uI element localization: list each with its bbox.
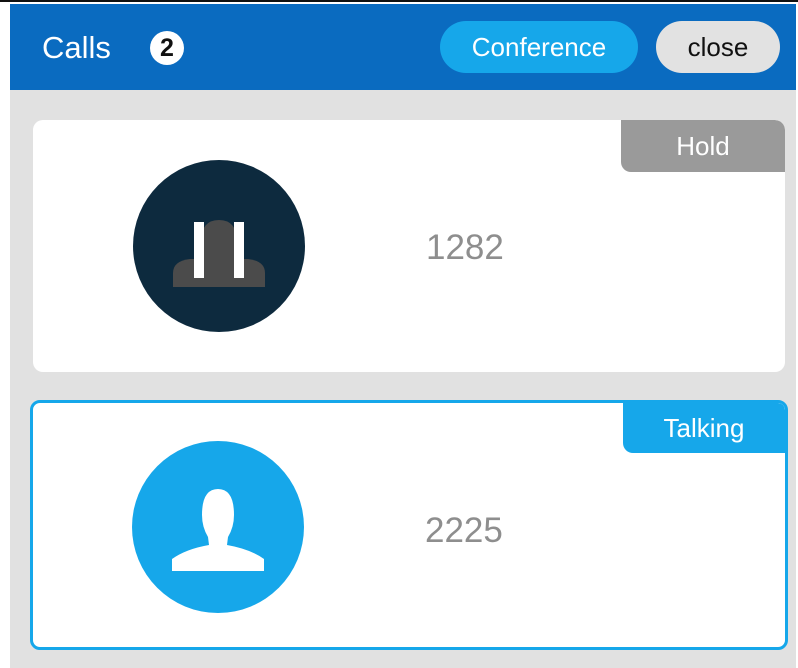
calls-screen: Calls 2 Conference close 1282 Hold 2225 … (0, 0, 798, 668)
person-icon-graphic (172, 489, 264, 571)
calls-header: Calls 2 Conference close (10, 4, 796, 90)
close-button[interactable]: close (656, 21, 780, 73)
paused-contact-icon-graphic (173, 220, 265, 287)
call-card-active[interactable]: 2225 Talking (30, 400, 788, 650)
calls-list: 1282 Hold 2225 Talking (10, 90, 796, 668)
call-card-held[interactable]: 1282 Hold (33, 120, 785, 372)
paused-contact-icon (133, 160, 305, 332)
conference-button[interactable]: Conference (440, 21, 638, 73)
header-title: Calls (42, 30, 111, 65)
call-number: 2225 (425, 511, 503, 550)
call-count-badge: 2 (150, 31, 184, 65)
status-badge-hold: Hold (621, 120, 785, 172)
call-number: 1282 (426, 228, 504, 267)
person-icon (132, 441, 304, 613)
status-badge-talking: Talking (623, 403, 785, 453)
top-divider (0, 0, 798, 2)
